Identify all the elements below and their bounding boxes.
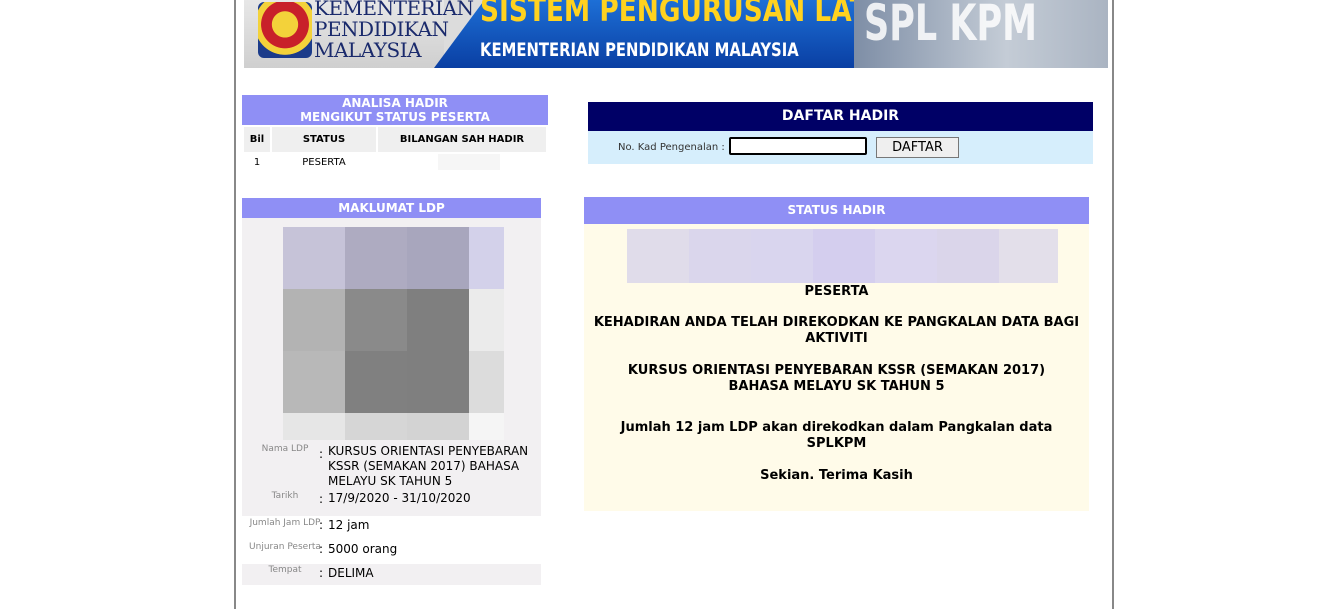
attendance-status-header: STATUS HADIR bbox=[584, 197, 1089, 224]
header-banner: KEMENTERIAN PENDIDIKAN MALAYSIA SISTEM P… bbox=[244, 0, 1108, 68]
system-short-title: SPL KPM bbox=[864, 0, 1037, 52]
register-button[interactable]: DAFTAR bbox=[876, 137, 959, 158]
table-row: 1 PESERTA bbox=[244, 152, 546, 172]
registration-header: DAFTAR HADIR bbox=[588, 102, 1093, 131]
attendance-registration-panel: DAFTAR HADIR No. Kad Pengenalan : DAFTAR bbox=[588, 102, 1093, 164]
participant-name-image bbox=[627, 229, 1058, 283]
attendance-analysis-panel: ANALISA HADIR MENGIKUT STATUS PESERTA Bi… bbox=[242, 95, 548, 172]
row-count bbox=[438, 154, 500, 170]
course-info-header: MAKLUMAT LDP bbox=[242, 198, 541, 218]
field-projected-participants: Unjuran Peserta : 5000 orang bbox=[249, 542, 398, 556]
coat-of-arms-icon bbox=[258, 2, 312, 58]
column-header-status: STATUS bbox=[272, 127, 376, 152]
row-status: PESERTA bbox=[302, 156, 346, 168]
field-venue: Tempat : DELIMA bbox=[242, 564, 541, 585]
system-subtitle: KEMENTERIAN PENDIDIKAN MALAYSIA bbox=[480, 39, 799, 61]
column-header-bil: Bil bbox=[244, 127, 270, 152]
attendance-status-panel: STATUS HADIR PESERTA KEHADIRAN ANDA TELA… bbox=[584, 197, 1089, 511]
field-total-hours: Jumlah Jam LDP : 12 jam bbox=[249, 518, 370, 532]
attendance-recorded-message: KEHADIRAN ANDA TELAH DIREKODKAN KE PANGK… bbox=[593, 315, 1080, 346]
column-header-count: BILANGAN SAH HADIR bbox=[378, 127, 546, 152]
ic-number-input[interactable] bbox=[729, 137, 867, 155]
course-poster-image bbox=[283, 227, 504, 444]
attendance-analysis-header: ANALISA HADIR MENGIKUT STATUS PESERTA bbox=[242, 95, 548, 125]
attendance-analysis-table: Bil STATUS BILANGAN SAH HADIR 1 PESERTA bbox=[242, 127, 548, 172]
ic-number-label: No. Kad Pengenalan : bbox=[618, 142, 725, 153]
closing-message: Sekian. Terima Kasih bbox=[760, 468, 913, 483]
field-date: Tarikh : 17/9/2020 - 31/10/2020 bbox=[242, 488, 541, 516]
hours-recorded-note: Jumlah 12 jam LDP akan direkodkan dalam … bbox=[620, 420, 1053, 451]
course-name: KURSUS ORIENTASI PENYEBARAN KSSR (SEMAKA… bbox=[627, 363, 1046, 394]
course-info-panel: MAKLUMAT LDP Nama LDP : KURSUS ORIENTASI… bbox=[242, 198, 541, 585]
participant-role: PESERTA bbox=[804, 284, 869, 299]
row-bil: 1 bbox=[253, 156, 261, 168]
